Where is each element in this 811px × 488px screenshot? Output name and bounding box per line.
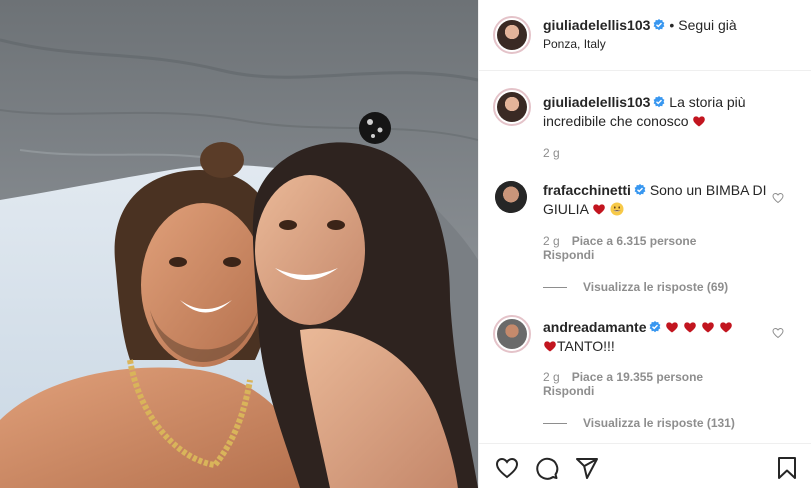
heart-emoji-icon xyxy=(684,322,697,333)
caption-username[interactable]: giuliadelellis103 xyxy=(543,94,650,110)
verified-badge-icon xyxy=(653,19,665,31)
comment-meta: 2 g Piace a 19.355 persone xyxy=(543,370,703,384)
separator-dot: • xyxy=(669,17,675,33)
heart-emoji-icon xyxy=(693,116,706,127)
caption: giuliadelellis103 La storia più incredib… xyxy=(543,93,779,131)
bookmark-icon[interactable] xyxy=(775,456,799,480)
view-replies-line xyxy=(543,287,567,289)
verified-badge-icon xyxy=(634,184,646,196)
comment-andreadamante: andreadamante TANTO!!! xyxy=(543,318,779,356)
selfie-photo-illustration xyxy=(0,0,478,488)
comment-timestamp: 2 g xyxy=(543,370,560,384)
post-sidebar: giuliadelellis103 • Segui già Ponza, Italy… xyxy=(478,0,811,488)
comment-icon[interactable] xyxy=(535,456,559,480)
comment-username[interactable]: frafacchinetti xyxy=(543,182,631,198)
post-photo[interactable] xyxy=(0,0,478,488)
like-comment-heart-icon[interactable] xyxy=(772,192,784,204)
caption-author-avatar[interactable] xyxy=(493,88,531,126)
heart-emoji-icon xyxy=(666,322,679,333)
reply-button[interactable]: Rispondi xyxy=(543,248,594,262)
view-replies-button[interactable]: Visualizza le risposte (69) xyxy=(543,280,728,294)
post-action-bar xyxy=(479,443,811,488)
verified-badge-icon xyxy=(650,321,661,333)
comment-username[interactable]: andreadamante xyxy=(543,319,646,335)
view-replies-label: Visualizza le risposte (69) xyxy=(583,280,729,294)
reply-button[interactable]: Rispondi xyxy=(543,384,594,398)
heart-icon[interactable] xyxy=(495,456,519,480)
post-header: giuliadelellis103 • Segui già Ponza, Italy xyxy=(479,0,811,71)
author-avatar[interactable] xyxy=(493,16,531,54)
heart-emoji-icon xyxy=(720,322,732,333)
follow-status-button[interactable]: Segui già xyxy=(678,17,736,33)
view-replies-line xyxy=(543,423,567,425)
comment-frafacchinetti: frafacchinetti Sono un BIMBA DI GIULIA xyxy=(543,181,779,219)
comment-likes-count[interactable]: Piace a 19.355 persone xyxy=(572,370,703,384)
comment-timestamp: 2 g xyxy=(543,234,560,248)
post-location[interactable]: Ponza, Italy xyxy=(543,37,606,51)
comment-meta: 2 g Piace a 6.315 persone xyxy=(543,234,696,248)
heart-emoji-icon xyxy=(544,341,556,352)
header-username[interactable]: giuliadelellis103 xyxy=(543,17,650,33)
heart-emoji-icon xyxy=(702,322,714,333)
view-replies-label: Visualizza le risposte (131) xyxy=(583,416,735,430)
caption-timestamp: 2 g xyxy=(543,146,560,160)
view-replies-button[interactable]: Visualizza le risposte (131) xyxy=(543,416,735,430)
comment-likes-count[interactable]: Piace a 6.315 persone xyxy=(572,234,697,248)
instagram-post: giuliadelellis103 • Segui già Ponza, Italy… xyxy=(0,0,811,488)
comments-section[interactable]: giuliadelellis103 La storia più incredib… xyxy=(479,71,811,443)
like-comment-heart-icon[interactable] xyxy=(772,327,784,339)
comment-avatar-andreadamante[interactable] xyxy=(493,315,531,353)
grinning-face-emoji-icon xyxy=(610,202,624,216)
comment-text: TANTO!!! xyxy=(557,338,615,354)
comment-avatar-frafacchinetti[interactable] xyxy=(495,181,527,213)
heart-emoji-icon xyxy=(593,204,605,215)
send-icon[interactable] xyxy=(575,456,599,480)
verified-badge-icon xyxy=(653,96,665,108)
